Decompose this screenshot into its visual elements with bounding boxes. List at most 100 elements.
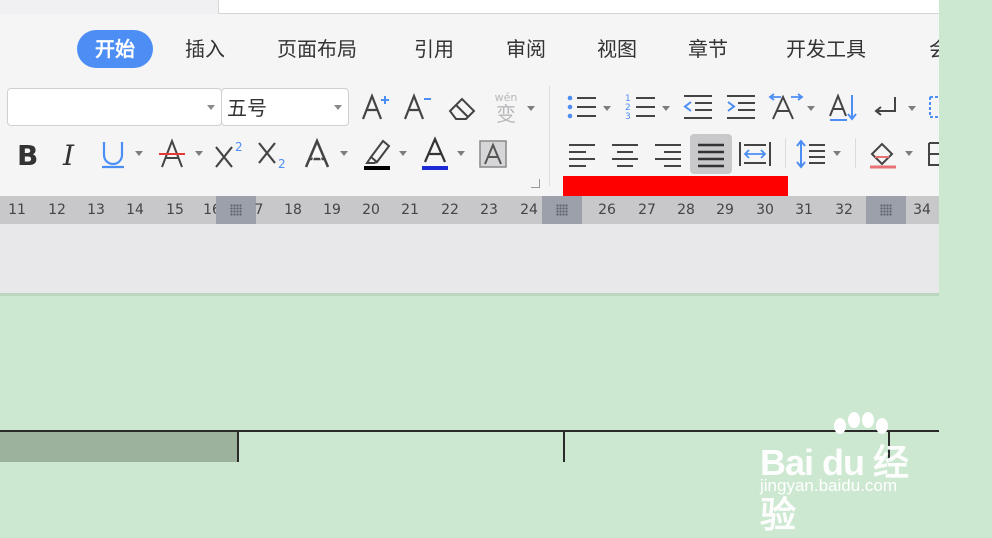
character-shading-button[interactable] — [476, 137, 510, 171]
chevron-down-icon[interactable] — [833, 151, 841, 156]
chevron-down-icon[interactable] — [662, 106, 670, 111]
subscript-icon: 2 — [258, 142, 286, 171]
justify-button[interactable] — [690, 134, 732, 174]
clear-format-button[interactable] — [444, 91, 480, 125]
italic-button[interactable]: I — [55, 137, 85, 171]
font-dialog-launcher[interactable] — [531, 179, 540, 188]
group-divider — [549, 86, 550, 186]
tab-view[interactable]: 视图 — [597, 30, 637, 68]
highlight-button[interactable] — [360, 135, 396, 171]
table-border-button[interactable] — [926, 140, 939, 168]
align-right-icon — [655, 144, 681, 167]
table-cell-selected[interactable] — [0, 432, 237, 462]
justify-icon — [698, 143, 724, 168]
chinese-layout-button[interactable] — [767, 90, 805, 124]
bullet-list-icon — [567, 95, 596, 119]
chevron-down-icon[interactable] — [527, 106, 535, 111]
baidu-jingyan-watermark: Bai du 经验 jingyan.baidu.com — [760, 412, 940, 535]
tab-insert[interactable]: 插入 — [185, 30, 225, 68]
chevron-down-icon[interactable] — [807, 106, 815, 111]
ruler-indent-marker[interactable] — [866, 196, 906, 224]
line-spacing-icon — [796, 139, 825, 169]
ruler-tick: 26 — [598, 202, 616, 218]
border-button[interactable] — [926, 94, 939, 120]
italic-icon: I — [62, 139, 75, 170]
ruler-tick: 32 — [835, 202, 853, 218]
superscript-button[interactable]: 2 — [212, 137, 248, 171]
increase-indent-button[interactable] — [723, 90, 759, 124]
underline-button[interactable] — [96, 137, 130, 171]
chevron-down-icon[interactable] — [195, 151, 203, 156]
table-column-border[interactable] — [563, 432, 565, 462]
numbering-button[interactable]: 123 — [623, 90, 659, 124]
ruler-indent-marker[interactable] — [542, 196, 582, 224]
tab-member[interactable]: 会 — [929, 30, 939, 68]
decrease-indent-icon — [683, 95, 712, 119]
chevron-down-icon[interactable] — [905, 151, 913, 156]
horizontal-ruler[interactable]: 11 12 13 14 15 16 7 18 19 20 21 22 23 24… — [0, 196, 939, 224]
tab-chapter[interactable]: 章节 — [688, 30, 728, 68]
svg-text:3: 3 — [625, 112, 631, 122]
ruler-tick: 23 — [480, 202, 498, 218]
chevron-down-icon[interactable] — [334, 105, 342, 110]
chevron-down-icon[interactable] — [340, 151, 348, 156]
chevron-down-icon[interactable] — [908, 106, 916, 111]
window-shadow — [0, 293, 939, 296]
paragraph-mark-icon — [874, 97, 896, 116]
bullets-button[interactable] — [564, 90, 600, 124]
document-workarea[interactable] — [0, 224, 939, 293]
document-tab[interactable] — [218, 0, 939, 14]
subscript-button[interactable]: 2 — [255, 137, 291, 171]
align-right-button[interactable] — [650, 137, 686, 171]
table-column-border[interactable] — [237, 432, 239, 462]
ruler-tick: 24 — [520, 202, 538, 218]
numbered-list-icon: 123 — [625, 94, 655, 122]
border-icon — [929, 96, 939, 118]
chevron-down-icon[interactable] — [399, 151, 407, 156]
ruler-tick: 14 — [126, 202, 144, 218]
svg-text:B: B — [17, 139, 38, 170]
ruler-tick: 11 — [8, 202, 26, 218]
line-spacing-button[interactable] — [793, 137, 829, 171]
paragraph-shading-button[interactable] — [865, 137, 901, 171]
ruler-tick: 13 — [87, 202, 105, 218]
align-left-icon — [569, 144, 595, 167]
tab-developer-tools[interactable]: 开发工具 — [786, 30, 866, 68]
bold-button[interactable]: B — [10, 137, 44, 171]
ruler-tick: 21 — [401, 202, 419, 218]
superscript-icon: 2 — [215, 140, 243, 168]
group-divider — [785, 138, 786, 168]
tab-home[interactable]: 开始 — [77, 30, 153, 68]
sort-button[interactable] — [826, 90, 862, 124]
ruler-indent-marker[interactable] — [216, 196, 256, 224]
decrease-indent-button[interactable] — [680, 90, 716, 124]
strikethrough-button[interactable] — [155, 137, 189, 171]
font-color-button[interactable] — [418, 135, 452, 171]
align-center-icon — [612, 144, 638, 167]
chinese-layout-icon — [768, 93, 804, 120]
show-hide-marks-button[interactable] — [870, 90, 906, 124]
chevron-down-icon[interactable] — [603, 106, 611, 111]
tab-page-layout[interactable]: 页面布局 — [277, 30, 357, 68]
grow-font-button[interactable] — [358, 90, 392, 124]
font-name-combo[interactable] — [7, 88, 222, 126]
chevron-down-icon[interactable] — [135, 151, 143, 156]
align-center-button[interactable] — [607, 137, 643, 171]
text-effects-button[interactable] — [300, 137, 336, 171]
shrink-font-button[interactable] — [400, 90, 434, 124]
strikethrough-icon — [159, 138, 185, 168]
chevron-down-icon[interactable] — [457, 151, 465, 156]
font-size-combo[interactable]: 五号 — [221, 88, 349, 126]
ruler-tick: 22 — [441, 202, 459, 218]
font-size-value: 五号 — [227, 96, 267, 120]
ruler-tick: 12 — [48, 202, 66, 218]
ruler-tick: 34 — [913, 202, 931, 218]
tab-references[interactable]: 引用 — [414, 30, 454, 68]
distribute-button[interactable] — [736, 137, 774, 171]
phonetic-guide-button[interactable]: wén 变 — [488, 90, 524, 126]
svg-text:2: 2 — [278, 157, 286, 171]
svg-text:2: 2 — [235, 140, 243, 154]
tab-review[interactable]: 审阅 — [506, 30, 546, 68]
chevron-down-icon[interactable] — [207, 105, 215, 110]
align-left-button[interactable] — [564, 137, 600, 171]
